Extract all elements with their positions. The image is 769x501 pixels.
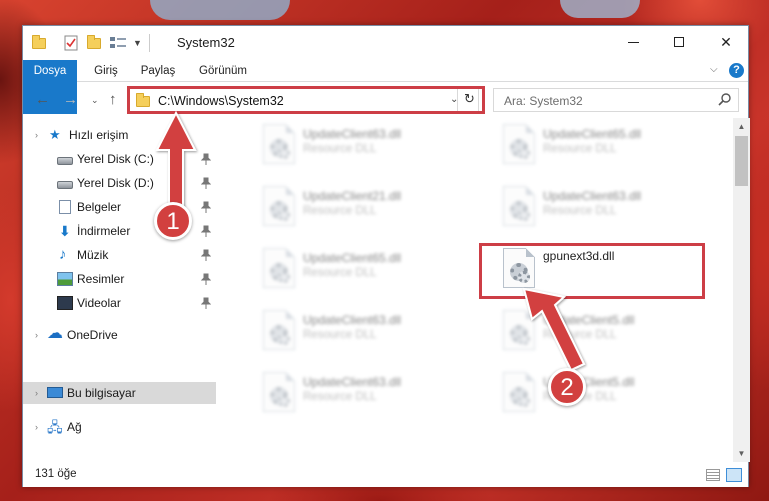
ribbon-expand-icon[interactable]: ⌵ xyxy=(710,64,718,75)
download-icon: ⬇ xyxy=(59,223,71,239)
new-folder-icon[interactable] xyxy=(87,34,101,52)
document-icon xyxy=(59,200,71,214)
maximize-icon xyxy=(674,37,684,47)
sidebar-item-pictures[interactable]: Resimler xyxy=(23,268,216,290)
sidebar-item-network[interactable]: › 🖧 Ağ xyxy=(23,416,216,438)
window-title: System32 xyxy=(177,35,235,50)
star-icon: ★ xyxy=(49,127,61,142)
folder-icon xyxy=(32,34,46,52)
qat-dropdown-icon[interactable]: ▼ xyxy=(133,34,142,52)
expand-arrow-icon[interactable]: › xyxy=(35,330,38,340)
dll-file-icon xyxy=(503,310,535,350)
sidebar-item-this-pc[interactable]: › Bu bilgisayar xyxy=(23,382,216,404)
file-item[interactable]: UpdateClient63.dll Resource DLL xyxy=(249,118,479,172)
dll-file-icon xyxy=(503,372,535,412)
scroll-up-icon[interactable]: ▲ xyxy=(733,118,750,135)
dll-file-icon xyxy=(263,186,295,226)
maximize-button[interactable] xyxy=(656,26,702,58)
scroll-down-icon[interactable]: ▼ xyxy=(733,445,750,462)
network-icon: 🖧 xyxy=(47,419,63,435)
navigation-bar: ← → ⌄ ↑ C:\Windows\System32 ⌄ ↻ Ara: Sys… xyxy=(23,83,748,117)
pin-icon[interactable] xyxy=(201,273,211,285)
navigation-pane: › ★ Hızlı erişim Yerel Disk (C:) Yerel D… xyxy=(23,118,216,462)
computer-icon xyxy=(47,387,63,398)
forward-arrow-icon[interactable]: → xyxy=(63,91,78,108)
tab-view[interactable]: Görünüm xyxy=(193,60,253,82)
dll-file-icon xyxy=(263,372,295,412)
step-badge-2: 2 xyxy=(548,368,586,406)
file-item[interactable]: UpdateClient63.dll Resource DLL xyxy=(249,366,479,420)
file-explorer-window: ▼ System32 ✕ Dosya Giriş Paylaş Görünüm … xyxy=(22,25,750,487)
file-item[interactable]: UpdateClient5.dll Resource DLL xyxy=(489,304,719,358)
dll-file-icon xyxy=(263,248,295,288)
details-view-icon[interactable] xyxy=(706,469,720,481)
large-icons-view-icon[interactable] xyxy=(726,468,742,482)
expand-arrow-icon[interactable]: › xyxy=(35,130,38,140)
cloud-icon: ☁ xyxy=(47,325,63,342)
expand-arrow-icon[interactable]: › xyxy=(35,388,38,398)
dll-file-icon xyxy=(263,124,295,164)
ribbon-tabs: Dosya Giriş Paylaş Görünüm ⌵ ? xyxy=(23,60,748,114)
status-bar: 131 öğe xyxy=(23,463,748,487)
music-icon: ♪ xyxy=(59,246,67,263)
pin-icon[interactable] xyxy=(201,201,211,213)
pictures-icon xyxy=(57,272,73,286)
view-options-icon[interactable] xyxy=(109,34,127,52)
file-list: UpdateClient63.dll Resource DLL UpdateCl… xyxy=(217,118,732,462)
sidebar-item-onedrive[interactable]: › ☁ OneDrive xyxy=(23,324,216,346)
file-highlight-box xyxy=(479,243,705,299)
item-count: 131 öğe xyxy=(35,468,77,480)
tab-home[interactable]: Giriş xyxy=(85,60,127,82)
vertical-scrollbar[interactable]: ▲ ▼ xyxy=(733,118,750,462)
scrollbar-thumb[interactable] xyxy=(735,136,748,186)
pin-icon[interactable] xyxy=(201,177,211,189)
recent-locations-icon[interactable]: ⌄ xyxy=(91,95,99,106)
file-item[interactable]: UpdateClient65.dll Resource DLL xyxy=(249,242,479,296)
pin-icon[interactable] xyxy=(201,297,211,309)
pin-icon[interactable] xyxy=(201,153,211,165)
file-item[interactable]: UpdateClient63.dll Resource DLL xyxy=(249,304,479,358)
close-icon: ✕ xyxy=(720,33,732,50)
search-placeholder: Ara: System32 xyxy=(504,94,583,108)
search-icon xyxy=(718,93,731,106)
minimize-icon xyxy=(627,41,639,43)
expand-arrow-icon[interactable]: › xyxy=(35,422,38,432)
file-item[interactable]: UpdateClient21.dll Resource DLL xyxy=(249,180,479,234)
back-arrow-icon[interactable]: ← xyxy=(35,91,50,108)
dll-file-icon xyxy=(503,124,535,164)
file-item[interactable]: UpdateClient63.dll Resource DLL xyxy=(489,180,719,234)
sidebar-item-videos[interactable]: Videolar xyxy=(23,292,216,314)
file-item[interactable]: UpdateClient65.dll Resource DLL xyxy=(489,118,719,172)
dll-file-icon xyxy=(263,310,295,350)
title-bar: ▼ System32 ✕ xyxy=(23,26,748,60)
tab-share[interactable]: Paylaş xyxy=(135,60,181,82)
address-highlight-box xyxy=(127,86,485,114)
minimize-button[interactable] xyxy=(610,26,656,58)
dll-file-icon xyxy=(503,186,535,226)
pin-icon[interactable] xyxy=(201,249,211,261)
sidebar-item-music[interactable]: ♪ Müzik xyxy=(23,244,216,266)
disk-icon xyxy=(57,157,73,165)
disk-icon xyxy=(57,181,73,189)
close-button[interactable]: ✕ xyxy=(703,26,749,58)
sidebar-item-quick-access[interactable]: › ★ Hızlı erişim xyxy=(23,124,216,146)
help-icon[interactable]: ? xyxy=(729,63,744,78)
video-icon xyxy=(57,296,73,310)
file-item[interactable]: UpdateClient5.dll Resource DLL xyxy=(489,366,719,420)
sidebar-item-local-disk-c[interactable]: Yerel Disk (C:) xyxy=(23,148,216,170)
up-arrow-icon[interactable]: ↑ xyxy=(109,91,117,108)
sidebar-item-local-disk-d[interactable]: Yerel Disk (D:) xyxy=(23,172,216,194)
properties-icon[interactable] xyxy=(64,34,78,52)
search-input[interactable]: Ara: System32 xyxy=(493,88,739,112)
pin-icon[interactable] xyxy=(201,225,211,237)
step-badge-1: 1 xyxy=(154,202,192,240)
